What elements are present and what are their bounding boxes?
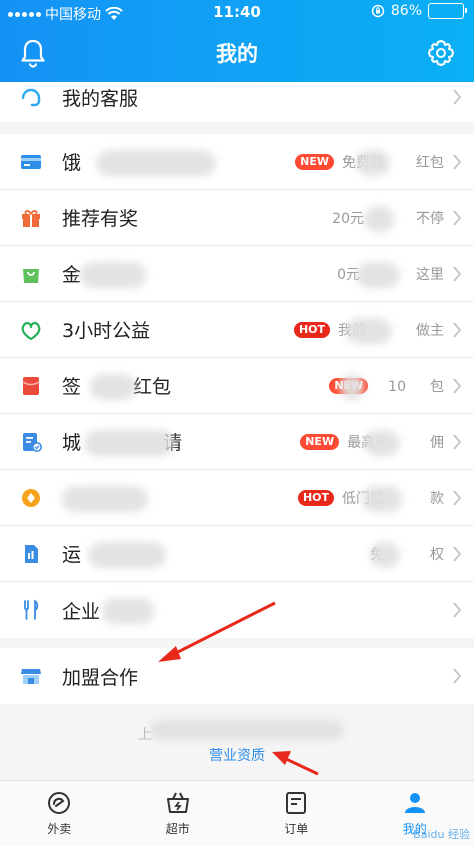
profile-icon: [404, 793, 425, 813]
document-icon: [23, 432, 42, 452]
chevron-right-icon: [453, 545, 462, 562]
menu-item-desc: 我的 做主: [338, 322, 444, 339]
battery-icon: [428, 3, 467, 19]
chevron-right-icon: [453, 321, 462, 338]
hot-badge: HOT: [293, 321, 330, 338]
gift-icon: [22, 209, 40, 227]
chevron-right-icon: [453, 489, 462, 506]
rotation-lock-icon: [371, 4, 385, 18]
menu-item-desc: 10 包: [388, 378, 444, 395]
tab-bar: 外卖 超市 订单 我的: [0, 780, 474, 846]
menu-item-label: 金: [62, 264, 82, 286]
menu-item-label: 企业: [62, 600, 101, 623]
license-link[interactable]: 营业资质: [0, 745, 474, 765]
menu-item-referral[interactable]: 推荐有奖 20元 不停: [0, 190, 474, 246]
menu-item-label: 城请: [62, 432, 183, 454]
watermark: Baidu 经验: [413, 828, 470, 841]
gear-icon[interactable]: [426, 38, 456, 68]
new-badge: NEW: [329, 377, 369, 394]
tab-supermarket[interactable]: 超市: [119, 781, 238, 846]
menu-item-right: 20元 不停: [332, 208, 462, 228]
chevron-right-icon: [453, 265, 462, 282]
menu-item-charity[interactable]: 3小时公益 HOT 我的 做主: [0, 302, 474, 358]
fork-knife-icon: [24, 599, 39, 620]
new-badge: NEW: [300, 433, 340, 450]
menu-item-customer-service[interactable]: 我的客服: [0, 82, 474, 122]
store-icon: [21, 669, 41, 684]
menu-item-desc: 最高6 佣: [347, 434, 444, 451]
menu-item-gold-mall[interactable]: 金 0元 这里: [0, 246, 474, 302]
bag-icon: [23, 268, 39, 283]
basket-icon: [166, 792, 189, 813]
menu-item-right: [452, 668, 462, 684]
chevron-right-icon: [453, 209, 462, 226]
menu-item-label: 签红包: [62, 376, 172, 398]
order-icon: [286, 792, 307, 814]
menu-item-label: 加盟合作: [62, 666, 139, 689]
chevron-right-icon: [453, 602, 462, 618]
menu-item-right: HOT 低门槛款: [297, 488, 462, 508]
menu-item-label: 推荐有奖: [62, 208, 139, 230]
status-right: 86%: [371, 3, 467, 19]
menu-item-label: 饿: [62, 152, 82, 174]
menu-item-desc: 0元 这里: [337, 266, 444, 283]
card-icon: [21, 154, 41, 169]
join-card: 加盟合作: [0, 648, 474, 704]
chevron-right-icon: [453, 89, 462, 105]
red-packet-icon: [22, 376, 40, 395]
menu-item-right: [452, 89, 462, 105]
page-title: 我的: [216, 42, 258, 66]
menu-item-right: NEW 10 包: [329, 376, 462, 396]
coin-icon: [22, 488, 40, 507]
battery-percent: 86%: [390, 3, 422, 19]
chevron-right-icon: [453, 153, 462, 170]
chevron-right-icon: [453, 433, 462, 450]
menu-item-desc: 免权: [370, 546, 444, 563]
tab-label: 超市: [165, 822, 190, 836]
menu-item-label: 3小时公益: [62, 320, 151, 342]
menu-item-member-card[interactable]: 饿 NEW 免费领 红包: [0, 134, 474, 190]
promo-menu: 饿 NEW 免费领 红包 推荐有奖 20元 不停 金 0元 这里 3小时公益 H…: [0, 134, 474, 638]
hot-badge: HOT: [297, 489, 334, 506]
menu-item-enterprise-meal[interactable]: 企业: [0, 582, 474, 638]
menu-item-label: 我的客服: [62, 87, 139, 110]
menu-item-carrier-rights[interactable]: 运 免权: [0, 526, 474, 582]
menu-item-label: 运: [62, 544, 82, 566]
tab-label: 订单: [284, 822, 309, 836]
footer-blurred-text: 上: [138, 727, 152, 743]
menu-item-right: 0元 这里: [337, 264, 462, 284]
menu-item-right: HOT 我的 做主: [293, 320, 462, 340]
chevron-right-icon: [453, 668, 462, 684]
new-badge: NEW: [295, 153, 334, 170]
menu-item-desc: 20元 不停: [332, 210, 444, 227]
menu-item-right: [452, 602, 462, 618]
menu-item-join[interactable]: 加盟合作: [0, 648, 474, 704]
menu-item-right: 免权: [370, 544, 462, 564]
header: 中国移动 11:40 86% 我的: [0, 0, 474, 82]
tab-takeout[interactable]: 外卖: [0, 781, 119, 846]
tab-orders[interactable]: 订单: [237, 781, 356, 846]
chevron-right-icon: [453, 377, 462, 394]
menu-item-city-invite[interactable]: 城请 NEW 最高6 佣: [0, 414, 474, 470]
takeout-icon: [48, 792, 71, 814]
customer-service-card: 我的客服: [0, 82, 474, 122]
headset-icon: [21, 88, 41, 107]
menu-item-desc: 免费领 红包: [342, 154, 444, 171]
menu-item-checkin-redpacket[interactable]: 签红包 NEW 10 包: [0, 358, 474, 414]
status-bar: 中国移动 11:40 86%: [0, 0, 474, 26]
menu-item-right: NEW 最高6 佣: [300, 432, 462, 452]
tab-label: 外卖: [47, 822, 72, 836]
heart-leaf-icon: [21, 321, 41, 340]
menu-item-low-threshold[interactable]: HOT 低门槛款: [0, 470, 474, 526]
menu-item-desc: 低门槛款: [342, 490, 444, 507]
menu-item-right: NEW 免费领 红包: [295, 152, 462, 172]
sim-icon: [25, 544, 38, 563]
